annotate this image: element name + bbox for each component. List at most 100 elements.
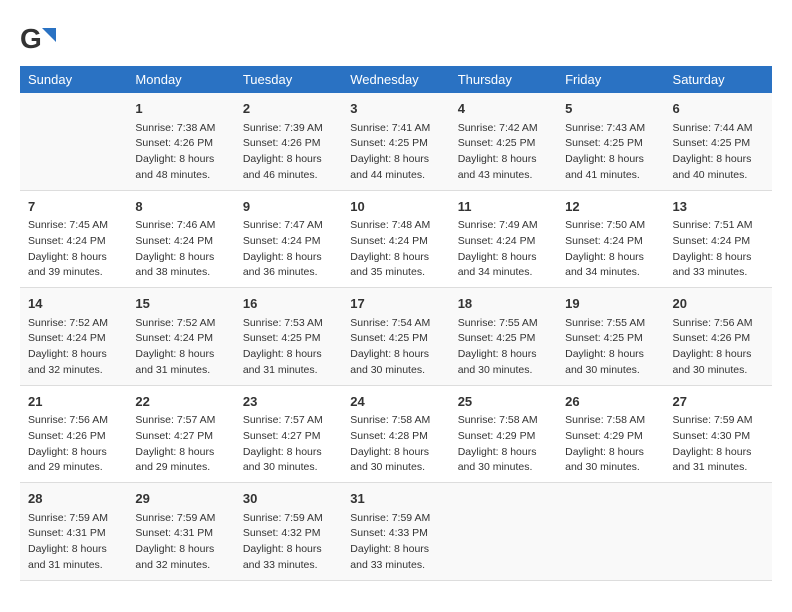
day-info: Sunrise: 7:59 AM Sunset: 4:33 PM Dayligh… bbox=[350, 511, 441, 574]
day-cell: 4Sunrise: 7:42 AM Sunset: 4:25 PM Daylig… bbox=[450, 93, 557, 190]
day-cell: 28Sunrise: 7:59 AM Sunset: 4:31 PM Dayli… bbox=[20, 483, 127, 581]
day-info: Sunrise: 7:56 AM Sunset: 4:26 PM Dayligh… bbox=[673, 316, 764, 379]
header-cell-friday: Friday bbox=[557, 66, 664, 93]
week-row-5: 28Sunrise: 7:59 AM Sunset: 4:31 PM Dayli… bbox=[20, 483, 772, 581]
day-info: Sunrise: 7:47 AM Sunset: 4:24 PM Dayligh… bbox=[243, 218, 334, 281]
logo-icon: G bbox=[20, 20, 56, 56]
day-number: 6 bbox=[673, 99, 764, 119]
day-cell: 16Sunrise: 7:53 AM Sunset: 4:25 PM Dayli… bbox=[235, 288, 342, 386]
page-header: G bbox=[20, 20, 772, 56]
day-info: Sunrise: 7:59 AM Sunset: 4:30 PM Dayligh… bbox=[673, 413, 764, 476]
day-cell: 18Sunrise: 7:55 AM Sunset: 4:25 PM Dayli… bbox=[450, 288, 557, 386]
header-row: SundayMondayTuesdayWednesdayThursdayFrid… bbox=[20, 66, 772, 93]
day-info: Sunrise: 7:50 AM Sunset: 4:24 PM Dayligh… bbox=[565, 218, 656, 281]
day-number: 9 bbox=[243, 197, 334, 217]
day-cell: 13Sunrise: 7:51 AM Sunset: 4:24 PM Dayli… bbox=[665, 190, 772, 288]
day-number: 7 bbox=[28, 197, 119, 217]
day-info: Sunrise: 7:39 AM Sunset: 4:26 PM Dayligh… bbox=[243, 121, 334, 184]
day-info: Sunrise: 7:43 AM Sunset: 4:25 PM Dayligh… bbox=[565, 121, 656, 184]
day-cell: 30Sunrise: 7:59 AM Sunset: 4:32 PM Dayli… bbox=[235, 483, 342, 581]
day-number: 26 bbox=[565, 392, 656, 412]
day-number: 27 bbox=[673, 392, 764, 412]
day-number: 21 bbox=[28, 392, 119, 412]
day-info: Sunrise: 7:38 AM Sunset: 4:26 PM Dayligh… bbox=[135, 121, 226, 184]
day-number: 2 bbox=[243, 99, 334, 119]
day-cell: 12Sunrise: 7:50 AM Sunset: 4:24 PM Dayli… bbox=[557, 190, 664, 288]
day-cell bbox=[450, 483, 557, 581]
day-number: 23 bbox=[243, 392, 334, 412]
day-info: Sunrise: 7:42 AM Sunset: 4:25 PM Dayligh… bbox=[458, 121, 549, 184]
day-info: Sunrise: 7:59 AM Sunset: 4:32 PM Dayligh… bbox=[243, 511, 334, 574]
day-number: 25 bbox=[458, 392, 549, 412]
day-number: 31 bbox=[350, 489, 441, 509]
header-cell-sunday: Sunday bbox=[20, 66, 127, 93]
day-cell: 29Sunrise: 7:59 AM Sunset: 4:31 PM Dayli… bbox=[127, 483, 234, 581]
day-number: 17 bbox=[350, 294, 441, 314]
day-cell bbox=[20, 93, 127, 190]
day-info: Sunrise: 7:46 AM Sunset: 4:24 PM Dayligh… bbox=[135, 218, 226, 281]
day-number: 1 bbox=[135, 99, 226, 119]
day-number: 5 bbox=[565, 99, 656, 119]
day-info: Sunrise: 7:51 AM Sunset: 4:24 PM Dayligh… bbox=[673, 218, 764, 281]
header-cell-monday: Monday bbox=[127, 66, 234, 93]
day-cell: 31Sunrise: 7:59 AM Sunset: 4:33 PM Dayli… bbox=[342, 483, 449, 581]
day-info: Sunrise: 7:58 AM Sunset: 4:29 PM Dayligh… bbox=[565, 413, 656, 476]
day-info: Sunrise: 7:45 AM Sunset: 4:24 PM Dayligh… bbox=[28, 218, 119, 281]
header-cell-thursday: Thursday bbox=[450, 66, 557, 93]
day-info: Sunrise: 7:52 AM Sunset: 4:24 PM Dayligh… bbox=[28, 316, 119, 379]
week-row-4: 21Sunrise: 7:56 AM Sunset: 4:26 PM Dayli… bbox=[20, 385, 772, 483]
week-row-3: 14Sunrise: 7:52 AM Sunset: 4:24 PM Dayli… bbox=[20, 288, 772, 386]
day-number: 19 bbox=[565, 294, 656, 314]
day-info: Sunrise: 7:53 AM Sunset: 4:25 PM Dayligh… bbox=[243, 316, 334, 379]
day-cell: 20Sunrise: 7:56 AM Sunset: 4:26 PM Dayli… bbox=[665, 288, 772, 386]
day-number: 13 bbox=[673, 197, 764, 217]
day-info: Sunrise: 7:59 AM Sunset: 4:31 PM Dayligh… bbox=[135, 511, 226, 574]
day-info: Sunrise: 7:41 AM Sunset: 4:25 PM Dayligh… bbox=[350, 121, 441, 184]
day-info: Sunrise: 7:59 AM Sunset: 4:31 PM Dayligh… bbox=[28, 511, 119, 574]
day-number: 3 bbox=[350, 99, 441, 119]
day-cell: 10Sunrise: 7:48 AM Sunset: 4:24 PM Dayli… bbox=[342, 190, 449, 288]
day-cell: 1Sunrise: 7:38 AM Sunset: 4:26 PM Daylig… bbox=[127, 93, 234, 190]
day-cell: 8Sunrise: 7:46 AM Sunset: 4:24 PM Daylig… bbox=[127, 190, 234, 288]
day-cell: 6Sunrise: 7:44 AM Sunset: 4:25 PM Daylig… bbox=[665, 93, 772, 190]
day-info: Sunrise: 7:44 AM Sunset: 4:25 PM Dayligh… bbox=[673, 121, 764, 184]
logo: G bbox=[20, 20, 60, 56]
day-cell: 3Sunrise: 7:41 AM Sunset: 4:25 PM Daylig… bbox=[342, 93, 449, 190]
day-number: 8 bbox=[135, 197, 226, 217]
day-number: 20 bbox=[673, 294, 764, 314]
header-cell-tuesday: Tuesday bbox=[235, 66, 342, 93]
day-number: 16 bbox=[243, 294, 334, 314]
day-cell: 21Sunrise: 7:56 AM Sunset: 4:26 PM Dayli… bbox=[20, 385, 127, 483]
day-number: 24 bbox=[350, 392, 441, 412]
day-cell: 9Sunrise: 7:47 AM Sunset: 4:24 PM Daylig… bbox=[235, 190, 342, 288]
day-cell: 25Sunrise: 7:58 AM Sunset: 4:29 PM Dayli… bbox=[450, 385, 557, 483]
day-cell: 5Sunrise: 7:43 AM Sunset: 4:25 PM Daylig… bbox=[557, 93, 664, 190]
day-cell: 24Sunrise: 7:58 AM Sunset: 4:28 PM Dayli… bbox=[342, 385, 449, 483]
day-info: Sunrise: 7:55 AM Sunset: 4:25 PM Dayligh… bbox=[565, 316, 656, 379]
day-cell: 2Sunrise: 7:39 AM Sunset: 4:26 PM Daylig… bbox=[235, 93, 342, 190]
day-cell: 23Sunrise: 7:57 AM Sunset: 4:27 PM Dayli… bbox=[235, 385, 342, 483]
day-cell bbox=[557, 483, 664, 581]
calendar-header: SundayMondayTuesdayWednesdayThursdayFrid… bbox=[20, 66, 772, 93]
calendar-body: 1Sunrise: 7:38 AM Sunset: 4:26 PM Daylig… bbox=[20, 93, 772, 580]
day-cell: 22Sunrise: 7:57 AM Sunset: 4:27 PM Dayli… bbox=[127, 385, 234, 483]
day-number: 12 bbox=[565, 197, 656, 217]
day-info: Sunrise: 7:55 AM Sunset: 4:25 PM Dayligh… bbox=[458, 316, 549, 379]
day-info: Sunrise: 7:49 AM Sunset: 4:24 PM Dayligh… bbox=[458, 218, 549, 281]
day-info: Sunrise: 7:48 AM Sunset: 4:24 PM Dayligh… bbox=[350, 218, 441, 281]
day-number: 14 bbox=[28, 294, 119, 314]
calendar-table: SundayMondayTuesdayWednesdayThursdayFrid… bbox=[20, 66, 772, 581]
week-row-1: 1Sunrise: 7:38 AM Sunset: 4:26 PM Daylig… bbox=[20, 93, 772, 190]
day-number: 29 bbox=[135, 489, 226, 509]
day-cell: 15Sunrise: 7:52 AM Sunset: 4:24 PM Dayli… bbox=[127, 288, 234, 386]
day-cell: 7Sunrise: 7:45 AM Sunset: 4:24 PM Daylig… bbox=[20, 190, 127, 288]
day-info: Sunrise: 7:58 AM Sunset: 4:28 PM Dayligh… bbox=[350, 413, 441, 476]
day-cell: 19Sunrise: 7:55 AM Sunset: 4:25 PM Dayli… bbox=[557, 288, 664, 386]
day-number: 22 bbox=[135, 392, 226, 412]
day-number: 15 bbox=[135, 294, 226, 314]
day-number: 10 bbox=[350, 197, 441, 217]
day-info: Sunrise: 7:56 AM Sunset: 4:26 PM Dayligh… bbox=[28, 413, 119, 476]
day-number: 30 bbox=[243, 489, 334, 509]
day-info: Sunrise: 7:58 AM Sunset: 4:29 PM Dayligh… bbox=[458, 413, 549, 476]
day-cell: 26Sunrise: 7:58 AM Sunset: 4:29 PM Dayli… bbox=[557, 385, 664, 483]
